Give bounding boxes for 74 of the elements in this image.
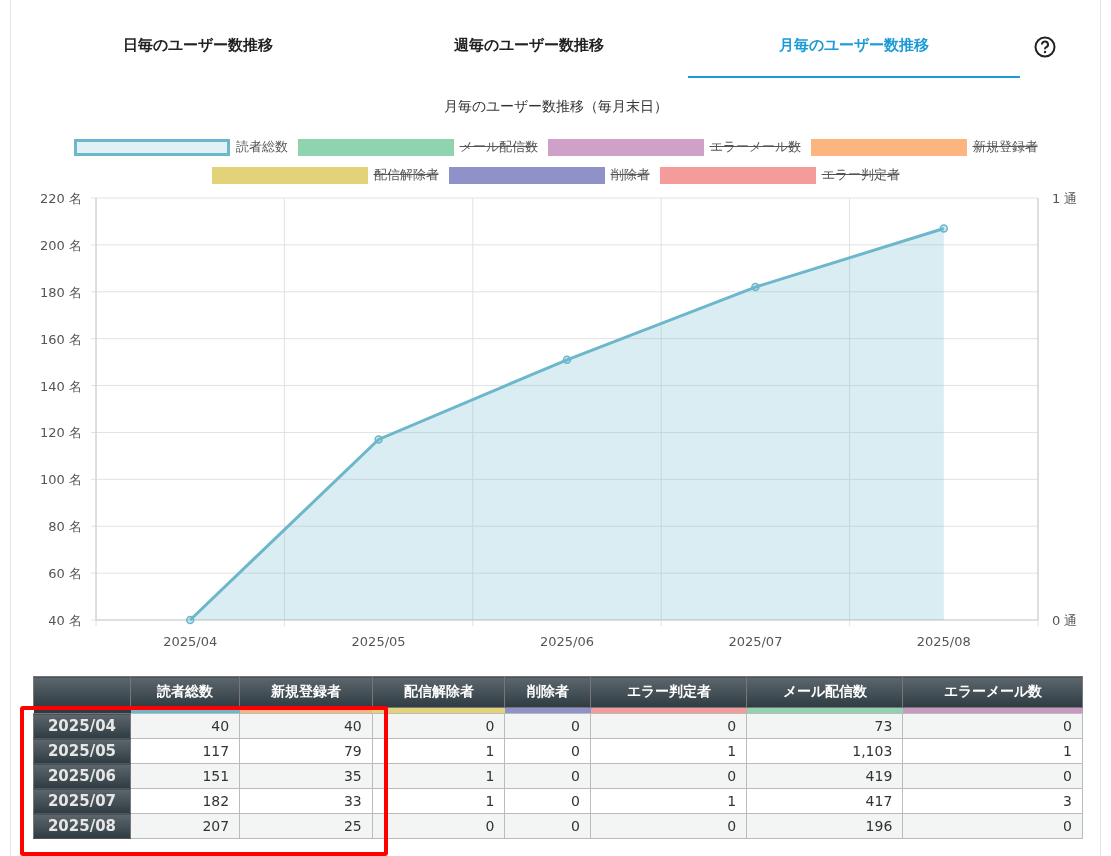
help-icon[interactable] <box>1034 36 1056 58</box>
data-point <box>562 355 572 364</box>
y2-axis-label: 0 通 <box>1052 613 1078 628</box>
table-cell: 182 <box>130 788 240 814</box>
legend-item[interactable]: 配信解除者 <box>211 164 439 186</box>
table-cell: 0 <box>504 738 591 764</box>
table-cell: 35 <box>239 763 373 789</box>
data-point <box>374 435 383 444</box>
table-cell: 33 <box>239 788 373 814</box>
table-cell: 25 <box>239 813 373 839</box>
table-cell: 419 <box>746 763 903 789</box>
table-cell: 0 <box>590 813 747 839</box>
data-point <box>185 615 195 625</box>
y-axis-label: 100 名 <box>40 472 82 488</box>
table-cell: 0 <box>590 763 747 789</box>
y2-axis-label: 1 通 <box>1052 191 1078 206</box>
table-cell: 0 <box>372 713 505 739</box>
table-cell: 196 <box>746 813 903 839</box>
legend-item[interactable]: エラーメール数 <box>547 136 801 158</box>
table-cell: 117 <box>130 738 240 764</box>
y-axis-label: 180 名 <box>40 284 82 300</box>
data-point <box>939 224 949 233</box>
legend-item[interactable]: 削除者 <box>448 164 650 186</box>
table-cell: 207 <box>130 813 240 839</box>
y-axis-label: 140 名 <box>40 378 82 394</box>
table-cell: 40 <box>130 713 240 739</box>
table-cell: 0 <box>504 813 591 839</box>
data-point <box>751 282 760 292</box>
table-cell: 0 <box>504 713 591 739</box>
column-header: エラー判定者 <box>590 676 747 708</box>
table-cell: 1,103 <box>746 738 903 764</box>
table-cell: 0 <box>504 763 591 789</box>
row-header: 2025/07 <box>33 788 131 814</box>
x-axis-label: 2025/08 <box>916 634 971 649</box>
table-cell: 79 <box>239 738 373 764</box>
row-header: 2025/05 <box>33 738 131 764</box>
y-axis-label: 80 名 <box>48 519 82 535</box>
table-cell: 0 <box>902 813 1083 839</box>
x-axis-label: 2025/04 <box>163 634 218 649</box>
table-cell: 1 <box>590 738 747 764</box>
table-cell: 0 <box>902 713 1083 739</box>
chart-title: 月毎のユーザー数推移（毎月末日） <box>442 98 669 116</box>
y-axis-label: 200 名 <box>40 237 82 253</box>
row-header: 2025/04 <box>33 713 131 739</box>
table-cell: 0 <box>902 763 1083 789</box>
table-cell: 73 <box>746 713 903 739</box>
x-axis-label: 2025/07 <box>728 634 783 649</box>
y-axis-label: 120 名 <box>40 425 82 441</box>
legend-item[interactable]: エラー判定者 <box>659 164 900 186</box>
table-cell: 0 <box>504 788 591 814</box>
y-axis-label: 220 名 <box>40 191 82 206</box>
x-axis-label: 2025/05 <box>351 634 406 649</box>
column-header: 削除者 <box>504 676 591 708</box>
row-header: 2025/08 <box>33 813 131 839</box>
table-cell: 0 <box>590 713 747 739</box>
column-header: メール配信数 <box>746 676 903 708</box>
table-cell: 1 <box>590 788 747 814</box>
y-axis-label: 160 名 <box>40 331 82 347</box>
table-cell: 151 <box>130 763 240 789</box>
x-axis-label: 2025/06 <box>540 634 594 649</box>
table-cell: 3 <box>902 788 1083 814</box>
column-header: エラーメール数 <box>902 676 1083 708</box>
y-axis-label: 60 名 <box>48 566 82 582</box>
column-header: 配信解除者 <box>372 676 505 708</box>
y-axis-label: 40 名 <box>48 613 82 628</box>
table-cell: 417 <box>746 788 903 814</box>
table-cell: 1 <box>902 738 1083 764</box>
legend-item[interactable]: 読者総数 <box>73 136 288 158</box>
row-header: 2025/06 <box>33 763 131 789</box>
column-header: 読者総数 <box>130 676 240 708</box>
table-cell: 40 <box>239 713 373 739</box>
legend-item[interactable]: メール配信数 <box>297 136 538 158</box>
column-header: 新規登録者 <box>239 676 373 708</box>
legend-item[interactable]: 新規登録者 <box>810 136 1038 158</box>
